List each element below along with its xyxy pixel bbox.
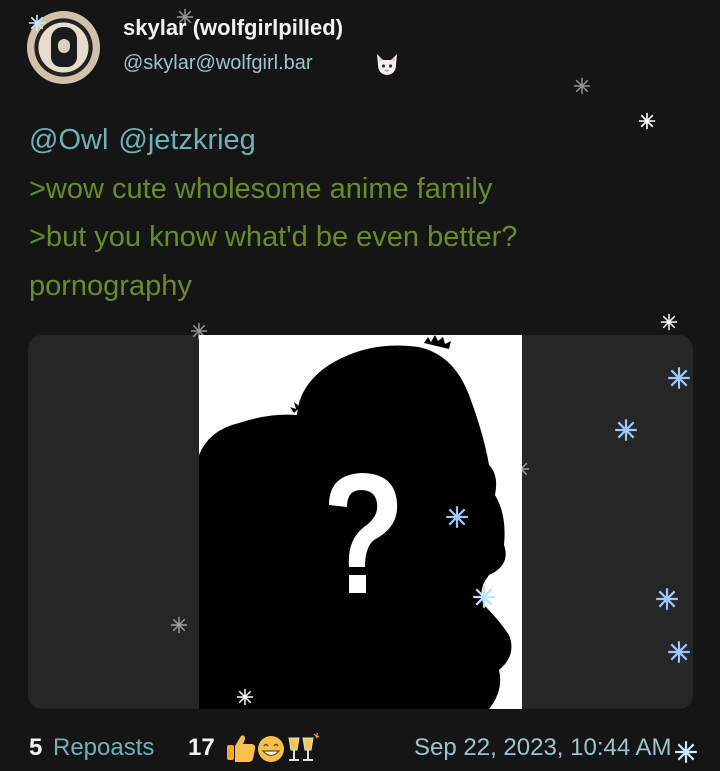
wolf-badge-icon xyxy=(377,54,397,75)
silhouette-graphic xyxy=(199,335,512,709)
snowflake-icon xyxy=(176,8,194,26)
snowflake-icon xyxy=(512,460,530,478)
repost-count: 5 xyxy=(29,734,43,761)
snowflake-icon xyxy=(656,588,678,610)
snowflake-icon xyxy=(668,367,690,389)
snowflake-icon xyxy=(170,616,188,634)
mention-jetzkrieg[interactable]: @jetzkrieg xyxy=(118,124,255,156)
media-attachment[interactable] xyxy=(28,335,693,709)
reposts-button[interactable]: Repoasts xyxy=(53,734,154,762)
reactions-button[interactable] xyxy=(225,732,325,764)
snowflake-icon xyxy=(573,77,591,95)
snowflake-icon xyxy=(190,322,208,340)
post-text: pornography xyxy=(29,269,192,302)
author-handle[interactable]: @skylar@wolfgirl.bar xyxy=(123,52,313,75)
post-timestamp[interactable]: Sep 22, 2023, 10:44 AM xyxy=(414,734,672,762)
reaction-count: 17 xyxy=(188,734,215,761)
snowflake-icon xyxy=(446,506,468,528)
clinking-glasses-emoji-icon xyxy=(288,733,320,761)
snowflake-icon xyxy=(473,586,495,608)
snowflake-icon xyxy=(28,14,46,32)
snowflake-icon xyxy=(236,688,254,706)
thumbs-up-emoji-icon xyxy=(227,735,256,762)
post-content: @Owl @jetzkrieg >wow cute wholesome anime… xyxy=(29,116,669,310)
author-display-name[interactable]: skylar (wolfgirlpilled) xyxy=(123,15,343,41)
snowflake-icon xyxy=(675,741,697,763)
snowflake-icon xyxy=(660,313,678,331)
snowflake-icon xyxy=(668,641,690,663)
snowflake-icon xyxy=(615,419,637,441)
mystery-silhouette-image[interactable] xyxy=(199,335,522,709)
post-footer: 5 Repoasts 17 Sep 22, 2023, 10:44 AM xyxy=(29,732,720,766)
grinning-emoji-icon xyxy=(258,736,284,762)
snowflake-icon xyxy=(638,112,656,130)
greentext-line-1: >wow cute wholesome anime family xyxy=(29,172,493,205)
mentions-line: @Owl @jetzkrieg xyxy=(29,116,669,165)
greentext-line-2: >but you know what'd be even better? xyxy=(29,221,518,253)
mention-owl[interactable]: @Owl xyxy=(29,124,108,156)
